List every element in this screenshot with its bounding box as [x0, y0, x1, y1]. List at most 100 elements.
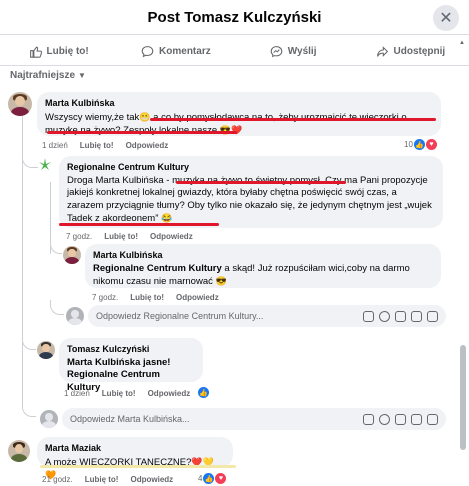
comment-time[interactable]: 1 dzień [42, 141, 68, 150]
reply-input[interactable]: Odpowiedz Regionalne Centrum Kultury... [88, 305, 446, 327]
reply-placeholder: Odpowiedz Marta Kulbińska... [70, 414, 190, 424]
reply-input[interactable]: Odpowiedz Marta Kulbińska... [62, 408, 446, 430]
comment-like-button[interactable]: Lubię to! [104, 232, 138, 241]
like-reaction-icon: 👍 [198, 387, 209, 398]
emoji-icon[interactable] [379, 413, 390, 425]
comment-reply-button[interactable]: Odpowiedz [148, 389, 191, 398]
comment-bubble: Marta Kulbińska Regionalne Centrum Kultu… [85, 244, 441, 288]
heart-reaction-icon: ♥ [215, 473, 227, 484]
red-underline-annotation [59, 223, 219, 226]
thread-connector [22, 330, 36, 350]
comment-meta: 21 godz. Lubię to! Odpowiedz [42, 475, 173, 484]
sort-label: Najtrafniejsze [10, 70, 76, 81]
thread-connector [22, 400, 36, 417]
comment-bubble: Regionalne Centrum Kultury Droga Marta K… [59, 156, 443, 228]
comment-author[interactable]: Marta Kulbińska [45, 97, 433, 110]
sticker-icon[interactable] [427, 310, 438, 322]
send-button[interactable]: Wyślij [235, 38, 352, 65]
dialog-header: Post Tomasz Kulczyński ✕ [0, 0, 469, 35]
comment-like-button[interactable]: Lubię to! [85, 475, 119, 484]
comment-author[interactable]: Marta Kulbińska [93, 249, 433, 262]
avatar-sticker-icon[interactable] [363, 310, 374, 322]
emoji-icon[interactable] [379, 310, 390, 322]
comment-text-part: Wszyscy wiemy,że tak [45, 111, 140, 123]
comment-bubble: Marta Maziak A może WIECZORKI TANECZNE?❤… [37, 437, 233, 480]
comment-time[interactable]: 7 godz. [66, 232, 92, 241]
gif-icon[interactable] [411, 310, 422, 322]
share-label: Udostępnij [393, 46, 446, 57]
send-label: Wyślij [287, 46, 317, 57]
reaction-count: 4 [198, 474, 203, 483]
comment-text: Regionalne Centrum Kultury a skąd! Już r… [93, 263, 433, 289]
comment-button[interactable]: Komentarz [117, 38, 234, 65]
chevron-down-icon: ▼ [78, 71, 86, 80]
sticker-icon[interactable] [427, 413, 438, 425]
comment-label: Komentarz [159, 46, 211, 57]
thread-connector [50, 300, 64, 315]
post-action-bar: Lubię to! Komentarz Wyślij Udostępnij [0, 38, 469, 66]
avatar[interactable] [37, 341, 55, 359]
camera-icon[interactable] [395, 413, 406, 425]
thread-connector [50, 240, 62, 254]
comment-meta: 7 godz. Lubię to! Odpowiedz [92, 293, 219, 302]
comment-time[interactable]: 7 godz. [92, 293, 118, 302]
avatar-sticker-icon[interactable] [363, 413, 374, 425]
thread-connector [22, 150, 38, 168]
comment-reply-button[interactable]: Odpowiedz [130, 475, 173, 484]
reply-tools [363, 413, 438, 425]
reaction-summary[interactable]: 👍 [198, 387, 209, 398]
comment-time[interactable]: 1 dzień [64, 389, 90, 398]
current-user-avatar[interactable] [66, 307, 84, 325]
comment-reply-button[interactable]: Odpowiedz [176, 293, 219, 302]
comment-bubble: Tomasz Kulczyński Marta Kulbińska jasne!… [59, 338, 203, 393]
avatar[interactable] [8, 440, 30, 462]
comment-author[interactable]: Tomasz Kulczyński [67, 343, 195, 356]
thumbs-up-icon [29, 46, 42, 58]
like-button[interactable]: Lubię to! [0, 38, 117, 65]
yellow-highlight-annotation [40, 465, 236, 468]
avatar[interactable] [8, 92, 32, 116]
emoji: 😎 [215, 276, 227, 286]
emoji: 😂 [161, 213, 173, 223]
camera-icon[interactable] [395, 310, 406, 322]
emoji: 😬 [139, 111, 151, 122]
reply-tools [363, 310, 438, 322]
comment-time[interactable]: 21 godz. [42, 475, 73, 484]
comment-meta: 1 dzień Lubię to! Odpowiedz [64, 389, 190, 398]
like-reaction-icon: 👍 [413, 139, 425, 150]
reaction-summary[interactable]: 10 👍 ♥ [404, 139, 437, 150]
red-underline-annotation [176, 181, 346, 184]
close-button[interactable]: ✕ [433, 5, 459, 31]
comment-bubble: Marta Kulbińska Wszyscy wiemy,że tak😬 a … [37, 92, 441, 136]
comment-like-button[interactable]: Lubię to! [130, 293, 164, 302]
like-label: Lubię to! [46, 46, 89, 57]
comment-like-button[interactable]: Lubię to! [80, 141, 114, 150]
comment-author[interactable]: Marta Maziak [45, 442, 225, 455]
scroll-up-arrow-icon[interactable]: ▲ [459, 40, 465, 46]
reaction-summary[interactable]: 4 👍 ♥ [198, 473, 227, 484]
like-reaction-icon: 👍 [203, 473, 215, 484]
share-icon [376, 46, 388, 57]
rck-logo-icon[interactable] [38, 157, 52, 171]
comment-author[interactable]: Regionalne Centrum Kultury [67, 161, 435, 174]
mention-link[interactable]: Marta Kulbińska jasne! [67, 357, 195, 370]
share-button[interactable]: Udostępnij [352, 38, 469, 65]
dialog-title: Post Tomasz Kulczyński [147, 9, 322, 26]
red-underline-annotation [47, 131, 237, 134]
close-icon: ✕ [439, 10, 453, 27]
comment-icon [141, 46, 154, 58]
gif-icon[interactable] [411, 413, 422, 425]
comment-reply-button[interactable]: Odpowiedz [150, 232, 193, 241]
heart-reaction-icon: ♥ [425, 139, 437, 150]
red-underline-annotation [150, 118, 436, 121]
reaction-count: 10 [404, 140, 413, 149]
current-user-avatar[interactable] [40, 410, 58, 428]
comment-like-button[interactable]: Lubię to! [102, 389, 136, 398]
mention-link[interactable]: Regionalne Centrum Kultury [93, 263, 222, 274]
scrollbar-thumb[interactable] [460, 345, 466, 450]
comment-reply-button[interactable]: Odpowiedz [126, 141, 169, 150]
sort-dropdown[interactable]: Najtrafniejsze ▼ [10, 70, 86, 81]
comment-meta: 1 dzień Lubię to! Odpowiedz [42, 141, 168, 150]
avatar[interactable] [63, 246, 81, 264]
reply-placeholder: Odpowiedz Regionalne Centrum Kultury... [96, 311, 264, 321]
